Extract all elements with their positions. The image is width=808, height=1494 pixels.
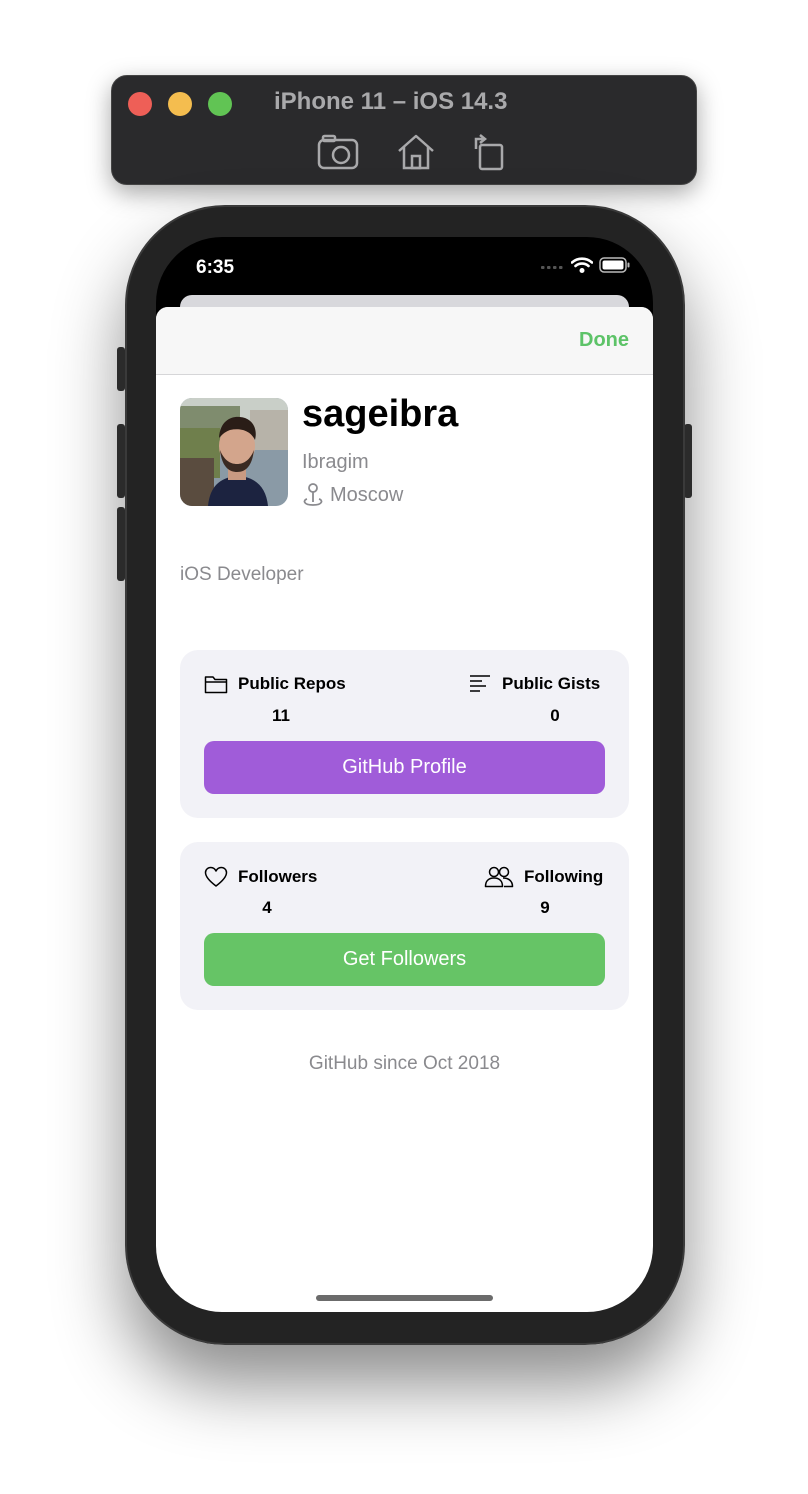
heart-icon bbox=[204, 866, 228, 887]
people-icon bbox=[484, 866, 514, 888]
text-lines-icon bbox=[470, 675, 490, 692]
minimize-window-button[interactable] bbox=[168, 92, 192, 116]
rotate-button[interactable] bbox=[466, 132, 510, 172]
username: sageibra bbox=[302, 393, 459, 435]
repos-card: Public Repos 11 Public Gists 0 GitHub Pr… bbox=[180, 650, 629, 818]
wifi-icon bbox=[571, 257, 593, 273]
avatar-photo bbox=[180, 398, 288, 506]
followers-label: Followers bbox=[238, 867, 318, 886]
done-button[interactable]: Done bbox=[579, 329, 629, 352]
home-indicator[interactable] bbox=[316, 1295, 493, 1301]
simulator-title: iPhone 11 – iOS 14.3 bbox=[274, 88, 508, 115]
pin-icon bbox=[303, 483, 323, 506]
following-item: Following 9 bbox=[484, 866, 604, 917]
get-followers-button[interactable]: Get Followers bbox=[204, 933, 605, 986]
notch bbox=[266, 237, 543, 277]
status-icons bbox=[541, 257, 631, 273]
screenshot-icon bbox=[317, 134, 359, 170]
location-row: Moscow bbox=[302, 483, 403, 507]
public-repos-item: Public Repos 11 bbox=[204, 674, 346, 725]
followers-count: 4 bbox=[262, 898, 272, 917]
navigation-bar: Done bbox=[156, 307, 653, 375]
public-gists-count: 0 bbox=[550, 706, 560, 725]
battery-icon bbox=[599, 257, 630, 273]
rotate-icon bbox=[474, 134, 504, 171]
power-button bbox=[684, 424, 692, 498]
following-label: Following bbox=[524, 867, 604, 886]
followers-card: Followers 4 Following 9 Get Followers bbox=[180, 842, 629, 1010]
stage: iPhone 11 – iOS 14.3 6:35 Done sageibra … bbox=[0, 0, 808, 1494]
github-profile-button[interactable]: GitHub Profile bbox=[204, 741, 605, 794]
public-gists-label: Public Gists bbox=[502, 674, 601, 693]
signal-icon bbox=[541, 266, 563, 269]
bio: iOS Developer bbox=[180, 564, 304, 585]
location-label: Moscow bbox=[330, 483, 404, 506]
followers-item: Followers 4 bbox=[204, 866, 318, 917]
public-repos-count: 11 bbox=[272, 706, 290, 725]
volume-up-button bbox=[117, 424, 125, 498]
home-button[interactable] bbox=[394, 132, 438, 172]
folder-icon bbox=[204, 676, 228, 694]
github-since-label: GitHub since Oct 2018 bbox=[308, 1053, 501, 1074]
phone-screen: 6:35 Done sageibra Ibragim Moscow iOS De… bbox=[156, 237, 653, 1312]
following-count: 9 bbox=[540, 898, 550, 917]
screenshot-button[interactable] bbox=[316, 132, 360, 172]
mute-switch bbox=[117, 347, 125, 391]
close-window-button[interactable] bbox=[128, 92, 152, 116]
public-gists-item: Public Gists 0 bbox=[468, 674, 601, 725]
zoom-window-button[interactable] bbox=[208, 92, 232, 116]
user-info-sheet: Done sageibra Ibragim Moscow iOS Develop… bbox=[156, 307, 653, 1312]
avatar bbox=[180, 398, 288, 506]
status-time: 6:35 bbox=[196, 257, 235, 278]
public-repos-label: Public Repos bbox=[238, 674, 346, 693]
volume-down-button bbox=[117, 507, 125, 581]
home-icon bbox=[398, 134, 434, 170]
real-name: Ibragim bbox=[302, 451, 369, 473]
